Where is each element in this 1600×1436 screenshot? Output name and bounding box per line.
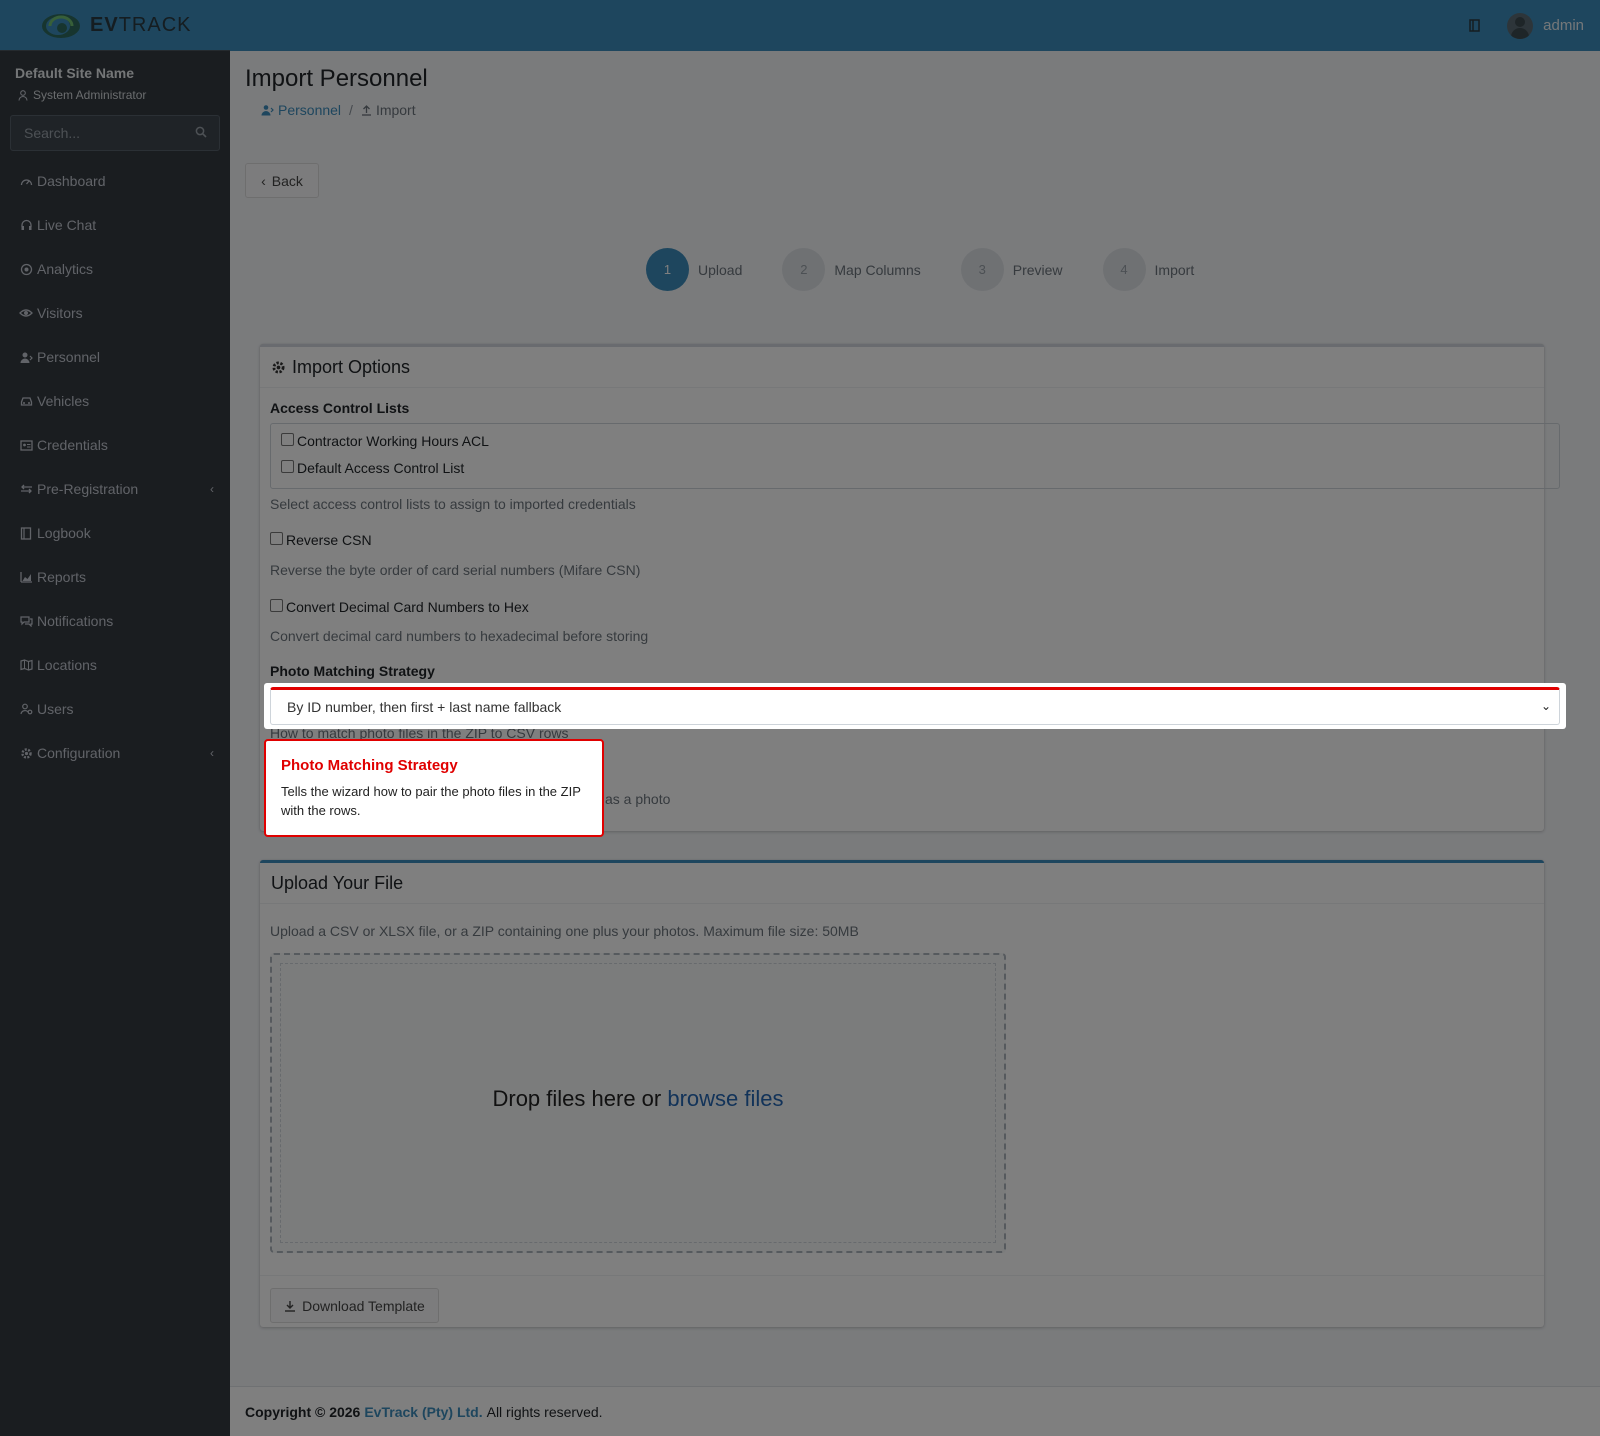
photo-strategy-select[interactable]: By ID number, then first + last name fal… xyxy=(270,687,1560,725)
tooltip-text: Tells the wizard how to pair the photo f… xyxy=(281,784,581,818)
tour-tooltip: Photo Matching Strategy Tells the wizard… xyxy=(264,739,604,837)
tooltip-title: Photo Matching Strategy xyxy=(281,757,458,774)
chevron-down-icon: ⌄ xyxy=(1540,699,1551,713)
tour-highlight: By ID number, then first + last name fal… xyxy=(264,683,1566,729)
